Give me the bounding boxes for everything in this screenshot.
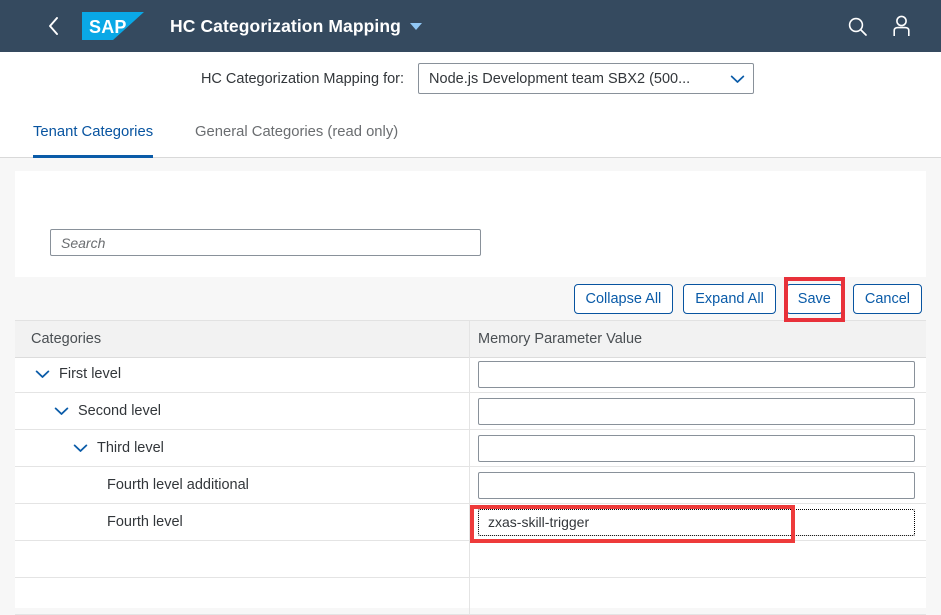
shell-actions bbox=[835, 0, 923, 52]
tab-bar: Tenant Categories General Categories (re… bbox=[0, 105, 941, 158]
shell-title-menu[interactable]: HC Categorization Mapping bbox=[170, 16, 422, 37]
table-row: Second level bbox=[15, 393, 926, 430]
search-icon bbox=[848, 17, 867, 36]
category-cell: Fourth level additional bbox=[15, 467, 470, 503]
search-panel bbox=[15, 171, 926, 277]
sap-logo: SAP bbox=[82, 12, 144, 40]
chevron-down-icon bbox=[730, 75, 745, 83]
categories-table: Categories Memory Parameter Value First … bbox=[15, 320, 926, 615]
save-button[interactable]: Save bbox=[785, 284, 843, 314]
selector-label: HC Categorization Mapping for: bbox=[200, 70, 405, 87]
memory-parameter-input[interactable] bbox=[478, 397, 915, 425]
cancel-button[interactable]: Cancel bbox=[852, 284, 922, 314]
chevron-down-icon[interactable] bbox=[54, 406, 69, 416]
category-label: First level bbox=[59, 366, 122, 382]
value-cell bbox=[470, 578, 926, 614]
tenant-select[interactable]: Node.js Development team SBX2 (500... bbox=[418, 63, 755, 94]
table-row bbox=[15, 541, 926, 578]
shell-header: SAP HC Categorization Mapping bbox=[0, 0, 941, 52]
collapse-all-button[interactable]: Collapse All bbox=[573, 284, 674, 314]
table-header-row: Categories Memory Parameter Value bbox=[15, 321, 926, 358]
value-cell bbox=[470, 541, 926, 577]
selector-bar: HC Categorization Mapping for: Node.js D… bbox=[0, 52, 941, 105]
user-account-button[interactable] bbox=[879, 4, 923, 48]
memory-parameter-input[interactable] bbox=[478, 360, 915, 388]
tab-general-categories[interactable]: General Categories (read only) bbox=[195, 105, 398, 158]
caret-down-icon bbox=[409, 22, 422, 30]
column-header-memory-parameter-value: Memory Parameter Value bbox=[478, 331, 643, 347]
category-label: Third level bbox=[97, 440, 164, 456]
value-cell bbox=[470, 504, 926, 540]
tab-tenant-categories[interactable]: Tenant Categories bbox=[33, 105, 154, 158]
chevron-down-icon[interactable] bbox=[35, 369, 50, 379]
category-label: Second level bbox=[78, 403, 162, 419]
table-row: Third level bbox=[15, 430, 926, 467]
category-cell: First level bbox=[15, 356, 470, 392]
search-button[interactable] bbox=[835, 4, 879, 48]
tenant-select-value: Node.js Development team SBX2 (500... bbox=[429, 70, 691, 87]
value-cell bbox=[470, 430, 926, 466]
value-cell bbox=[470, 467, 926, 503]
person-icon bbox=[892, 15, 910, 36]
value-cell bbox=[470, 393, 926, 429]
search-input[interactable] bbox=[50, 229, 481, 256]
category-cell: Second level bbox=[15, 393, 470, 429]
category-label: Fourth level bbox=[107, 514, 183, 530]
table-row: First level bbox=[15, 356, 926, 393]
memory-parameter-input-focused[interactable] bbox=[478, 508, 915, 536]
category-cell: Third level bbox=[15, 430, 470, 466]
chevron-down-icon[interactable] bbox=[73, 443, 88, 453]
value-cell bbox=[470, 356, 926, 392]
chevron-left-icon bbox=[48, 17, 58, 35]
back-button[interactable] bbox=[32, 0, 74, 52]
column-header-categories: Categories bbox=[15, 321, 470, 357]
table-toolbar: Collapse All Expand All Save Cancel bbox=[15, 277, 926, 321]
category-cell: Fourth level bbox=[15, 504, 470, 540]
category-label: Fourth level additional bbox=[107, 477, 249, 493]
table-row: Fourth level bbox=[15, 504, 926, 541]
category-cell bbox=[15, 578, 470, 614]
category-cell bbox=[15, 541, 470, 577]
page-title: HC Categorization Mapping bbox=[170, 15, 401, 36]
table-row bbox=[15, 578, 926, 615]
table-row: Fourth level additional bbox=[15, 467, 926, 504]
tab-general-categories-label: General Categories (read only) bbox=[195, 123, 399, 140]
memory-parameter-input[interactable] bbox=[478, 471, 915, 499]
expand-all-button[interactable]: Expand All bbox=[683, 284, 776, 314]
memory-parameter-input[interactable] bbox=[478, 434, 915, 462]
svg-text:SAP: SAP bbox=[89, 17, 127, 37]
tab-tenant-categories-label: Tenant Categories bbox=[33, 123, 154, 140]
